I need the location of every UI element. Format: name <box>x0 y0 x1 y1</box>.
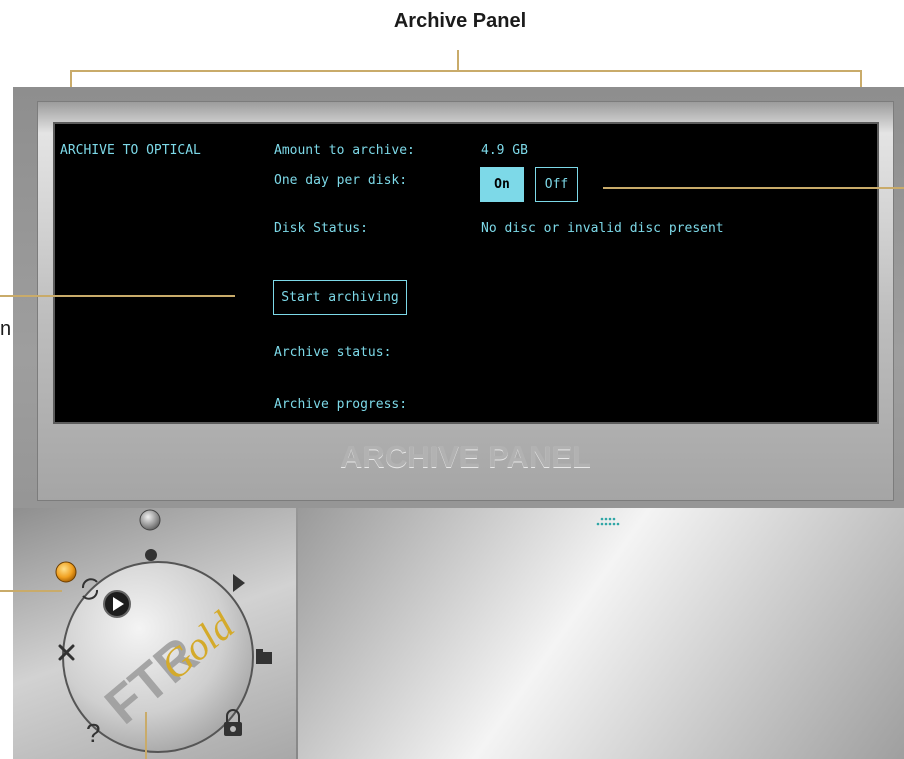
start-archiving-button[interactable]: Start archiving <box>273 280 407 315</box>
record-icon[interactable] <box>145 549 157 561</box>
amount-value: 4.9 GB <box>481 143 528 158</box>
callout-title: Archive Panel <box>393 10 527 32</box>
callout-bracket-stem <box>457 50 459 70</box>
help-icon[interactable]: ? <box>86 718 100 748</box>
archive-panel-screenshot: Archive Panel n ARCHIVE TO OPTICAL Amoun… <box>0 0 904 759</box>
callout-bracket-bar <box>70 70 862 72</box>
callout-line-dial <box>145 712 147 759</box>
panel-label: ARCHIVE PANEL <box>340 439 591 474</box>
top-knob[interactable] <box>139 509 161 531</box>
off-button[interactable]: Off <box>535 167 578 202</box>
screen-bezel: ARCHIVE TO OPTICAL Amount to archive: 4.… <box>37 101 894 501</box>
archive-progress-label: Archive progress: <box>274 397 408 412</box>
callout-line-toggle <box>603 187 904 189</box>
on-button[interactable]: On <box>480 167 524 202</box>
disk-status-value: No disc or invalid disc present <box>481 221 724 236</box>
one-day-label: One day per disk: <box>274 173 408 188</box>
archive-screen: ARCHIVE TO OPTICAL Amount to archive: 4.… <box>53 122 879 424</box>
archive-status-label: Archive status: <box>274 345 392 360</box>
folder-icon[interactable] <box>256 649 272 664</box>
disk-status-label: Disk Status: <box>274 221 368 236</box>
callout-left-label: n <box>0 318 12 340</box>
callout-line-led <box>0 590 62 592</box>
speaker-grille-icon <box>596 517 620 526</box>
side-panel <box>298 508 904 759</box>
callout-line-start <box>0 295 235 297</box>
indicator-led <box>55 561 77 583</box>
amount-label: Amount to archive: <box>274 143 415 158</box>
control-dial: ? FTR Gold <box>55 509 272 753</box>
section-title: ARCHIVE TO OPTICAL <box>60 143 201 158</box>
play-icon[interactable] <box>233 574 245 592</box>
